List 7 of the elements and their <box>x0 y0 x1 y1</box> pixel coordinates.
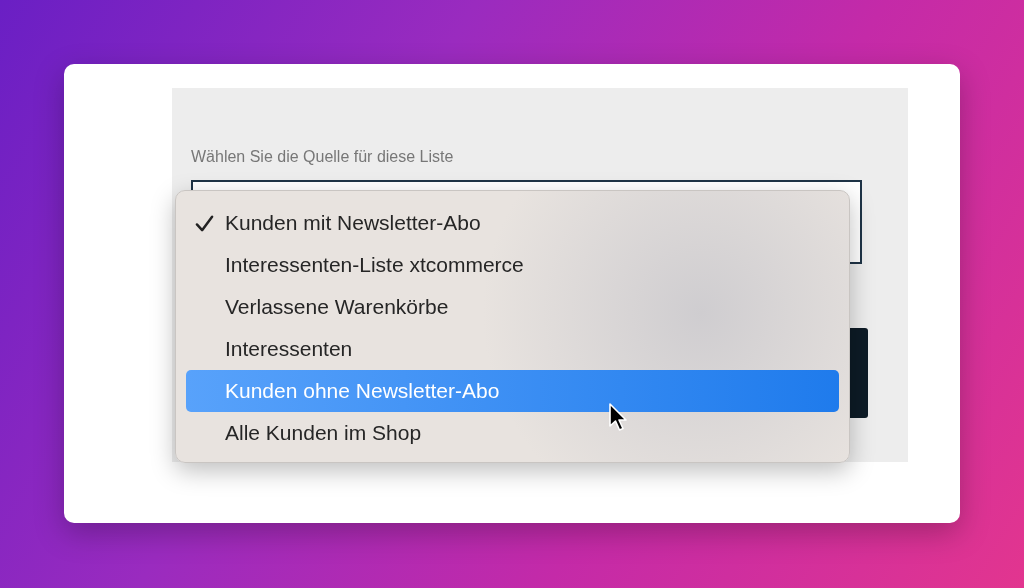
menu-item[interactable]: Alle Kunden im Shop <box>186 412 839 454</box>
menu-item[interactable]: Verlassene Warenkörbe <box>186 286 839 328</box>
menu-item[interactable]: Interessenten-Liste xtcommerce <box>186 244 839 286</box>
field-label: Wählen Sie die Quelle für diese Liste <box>191 148 455 166</box>
menu-item[interactable]: Interessenten <box>186 328 839 370</box>
mouse-pointer-icon <box>608 402 628 432</box>
menu-item[interactable]: Kunden mit Newsletter-Abo <box>186 202 839 244</box>
